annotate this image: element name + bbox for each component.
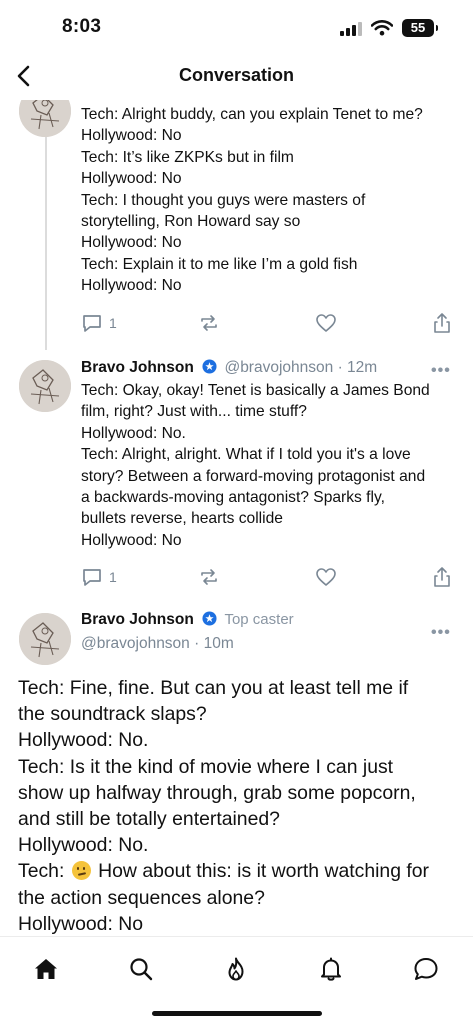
cast-line: Tech: I thought you guys were masters of [81, 191, 366, 209]
reply-cast-author-row: Bravo Johnson @bravojohnson · 12m [81, 359, 377, 377]
tab-home[interactable] [28, 951, 64, 987]
cast-line: Tech: Okay, okay! Tenet is basically a J… [81, 382, 430, 399]
thread-connector-line [45, 100, 47, 350]
cast-line-emoji: Tech: How about this: is it worth watchi… [18, 858, 463, 884]
cast-line: Hollywood: No. [81, 424, 186, 442]
share-icon [434, 567, 450, 587]
cast-line: Hollywood: No [81, 531, 182, 549]
cast-timestamp: · 12m [337, 359, 378, 376]
main-cast-text: Tech: Fine, fine. But can you at least t… [18, 675, 463, 936]
cast-line: Hollywood: No. [18, 729, 149, 752]
cast-line: How about this: is it worth watching for [98, 860, 430, 883]
chat-icon [414, 958, 438, 980]
conversation-thread[interactable]: Tech: Alright buddy, can you explain Ten… [0, 100, 473, 936]
reply-count: 1 [109, 569, 117, 585]
cast-line: a backwards-moving antagonist? Sparks fl… [81, 489, 385, 507]
cast-line: Hollywood: No. [18, 834, 149, 857]
comment-icon [83, 315, 101, 332]
recast-icon [201, 315, 217, 331]
reply-button[interactable]: 1 [81, 565, 117, 589]
cast-line: bullets reverse, hearts collide [81, 510, 283, 528]
like-button[interactable] [315, 311, 337, 335]
recast-button[interactable] [198, 565, 220, 589]
battery-indicator: 55 [402, 19, 438, 37]
cast-line: and still be totally entertained? [18, 808, 280, 831]
bell-icon [321, 957, 341, 981]
cast-line: storytelling, Ron Howard say so [81, 213, 301, 231]
cast-line: the action sequences alone? [18, 886, 265, 909]
share-button[interactable] [431, 565, 453, 589]
sketch-avatar-icon [19, 100, 71, 137]
status-time: 8:03 [62, 16, 102, 37]
more-options-button[interactable]: ••• [431, 624, 455, 641]
avatar[interactable] [19, 613, 71, 665]
more-options-button[interactable]: ••• [431, 362, 455, 379]
tab-search[interactable] [123, 951, 159, 987]
author-name[interactable]: Bravo Johnson [81, 359, 194, 376]
cast-line: Hollywood: No [81, 234, 182, 252]
page-title: Conversation [178, 65, 295, 85]
top-caster-badge: Top caster [224, 611, 294, 628]
cast-line: Tech: Alright, alright. What if I told y… [81, 446, 411, 464]
recast-button[interactable] [198, 311, 220, 335]
heart-icon [316, 568, 336, 586]
cast-line: Hollywood: No [81, 170, 182, 188]
navigation-bar: Conversation [0, 54, 473, 100]
home-indicator [152, 1011, 322, 1016]
tab-bar [0, 936, 473, 1024]
cast-timestamp: · 10m [194, 635, 234, 652]
sketch-avatar-icon [19, 613, 71, 665]
tab-notifications[interactable] [313, 951, 349, 987]
recast-icon [201, 569, 217, 585]
cast-line: Hollywood: No [81, 127, 182, 145]
cast-line: film, right? Just with... time stuff? [81, 403, 307, 421]
cast-line: Hollywood: No [81, 277, 182, 295]
parent-cast-actions: 1 [81, 311, 453, 335]
verified-badge-icon [202, 611, 217, 626]
cast-line: Tech: Fine, fine. But can you at least t… [18, 677, 409, 699]
main-cast-header: Bravo Johnson Top caster @bravojohnson ·… [0, 610, 473, 670]
cast-line-prefix: Tech: [18, 860, 65, 883]
cellular-signal-icon [340, 22, 362, 36]
cast-line: Tech: Alright buddy, can you explain Ten… [81, 106, 423, 123]
comment-icon [83, 569, 101, 586]
home-icon [35, 959, 57, 979]
search-icon [130, 958, 153, 981]
reply-button[interactable]: 1 [81, 311, 117, 335]
cast-line: Tech: Explain it to me like I’m a gold f… [81, 255, 358, 273]
main-handle-row: @bravojohnson · 10m [81, 635, 234, 653]
flame-icon [228, 957, 244, 981]
avatar[interactable] [19, 360, 71, 412]
share-button[interactable] [431, 311, 453, 335]
reply-count: 1 [109, 315, 117, 331]
cast-line: Tech: Is it the kind of movie where I ca… [18, 755, 394, 778]
wifi-icon [371, 20, 393, 36]
reply-cast-text: Tech: Okay, okay! Tenet is basically a J… [81, 380, 461, 551]
cast-line: Tech: It’s like ZKPKs but in film [81, 148, 294, 166]
reply-cast-actions: 1 [81, 565, 453, 589]
verified-badge-icon [202, 359, 217, 374]
cast-line: the soundtrack slaps? [18, 703, 207, 726]
author-handle[interactable]: @bravojohnson [81, 635, 190, 652]
tab-trending[interactable] [218, 951, 254, 987]
cast-line: show up halfway through, grab some popco… [18, 781, 416, 804]
avatar[interactable] [19, 100, 71, 137]
tab-messages[interactable] [408, 951, 444, 987]
share-icon [434, 313, 450, 333]
author-handle[interactable]: @bravojohnson [224, 359, 333, 376]
parent-cast-text: Tech: Alright buddy, can you explain Ten… [81, 104, 461, 297]
cast-line: Hollywood: No [18, 912, 144, 935]
author-name[interactable]: Bravo Johnson [81, 611, 194, 628]
cast-line: story? Between a forward-moving protagon… [81, 467, 426, 485]
main-author-row: Bravo Johnson Top caster [81, 611, 294, 629]
status-bar: 8:03 55 [0, 0, 473, 54]
heart-icon [316, 314, 336, 332]
like-button[interactable] [315, 565, 337, 589]
neutral-face-emoji-icon [71, 861, 91, 881]
sketch-avatar-icon [19, 360, 71, 412]
